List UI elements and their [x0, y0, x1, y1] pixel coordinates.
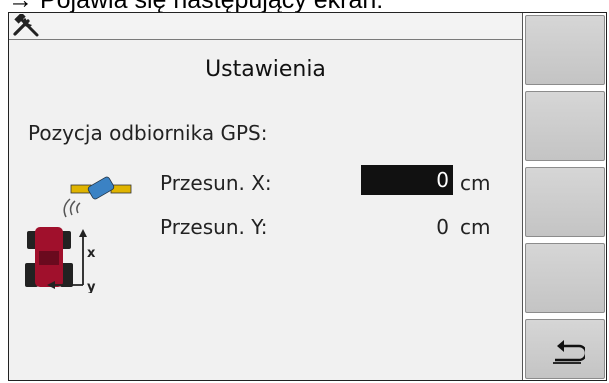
gps-position-label: Pozycja odbiornika GPS:: [28, 121, 268, 145]
tools-icon: [13, 14, 39, 37]
offset-x-label: Przesun. X:: [160, 171, 272, 195]
offset-x-field[interactable]: 0: [361, 165, 453, 195]
page-title: Ustawienia: [205, 57, 326, 82]
header-bar: [9, 13, 522, 40]
settings-panel: Ustawienia Pozycja odbiornika GPS: x y P…: [9, 13, 523, 380]
offset-y-field[interactable]: 0: [361, 215, 453, 239]
y-axis-label: y: [87, 280, 96, 293]
softkey-1[interactable]: [525, 15, 605, 85]
return-arrow-icon: [553, 340, 585, 364]
softkey-3[interactable]: [525, 167, 605, 237]
softkey-bar: [523, 13, 607, 380]
gps-receiver-tractor-icon: x y: [25, 176, 132, 293]
terminal-screen: Ustawienia Pozycja odbiornika GPS: x y P…: [8, 12, 607, 381]
offset-x-unit: cm: [460, 171, 491, 195]
offset-y-unit: cm: [460, 215, 491, 239]
softkey-4[interactable]: [525, 243, 605, 313]
softkey-2[interactable]: [525, 91, 605, 161]
offset-y-label: Przesun. Y:: [160, 215, 268, 239]
x-axis-label: x: [87, 246, 96, 261]
back-button[interactable]: [525, 319, 605, 379]
